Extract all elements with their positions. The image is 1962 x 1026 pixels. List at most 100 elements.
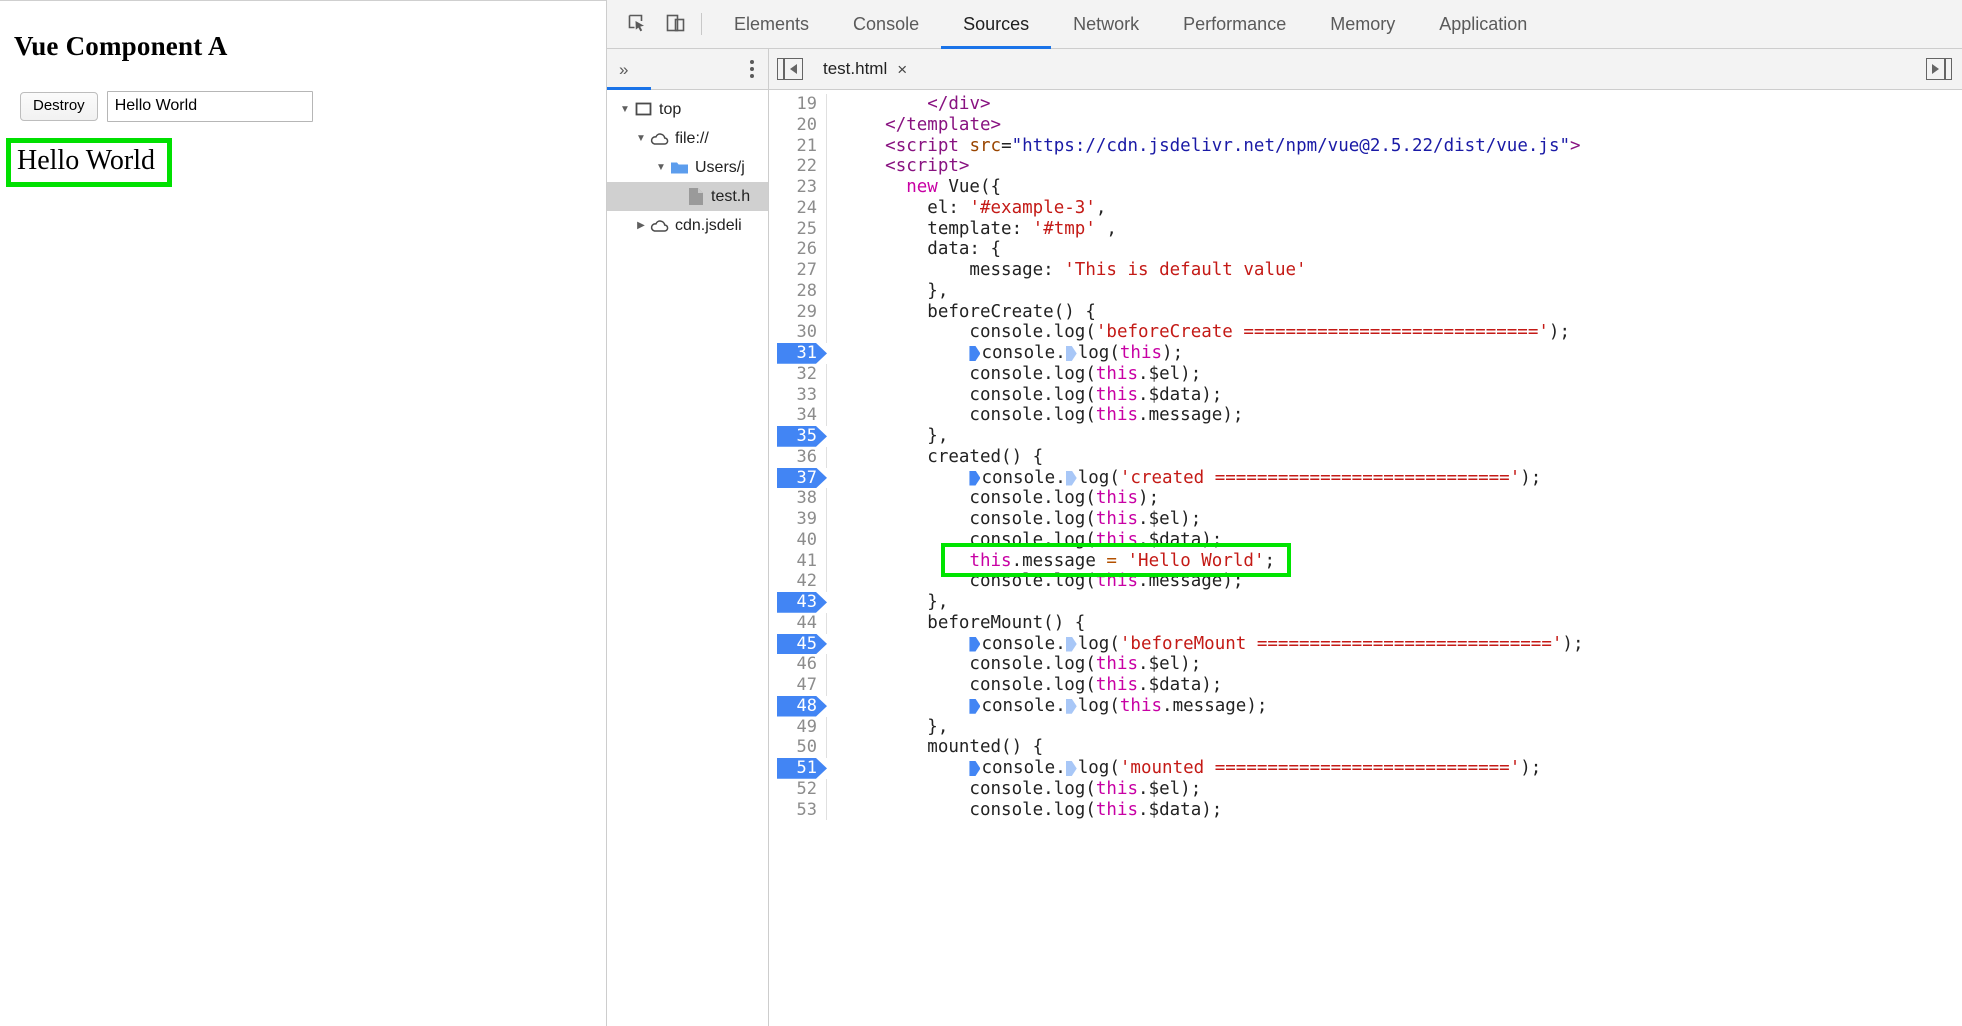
tree-item-cdn-jsdelivr[interactable]: ▶ cdn.jsdeli bbox=[607, 211, 768, 240]
line-number[interactable]: 39 bbox=[769, 509, 827, 530]
code-line-text: mounted() { bbox=[827, 737, 1962, 758]
inline-breakpoint-icon[interactable] bbox=[969, 470, 981, 486]
line-number-breakpoint[interactable]: 45 bbox=[769, 634, 827, 655]
tab-console[interactable]: Console bbox=[831, 0, 941, 48]
code-token: console. bbox=[981, 467, 1066, 488]
code-line: 51 console. log('mounted ================… bbox=[769, 758, 1962, 779]
code-line: 21 <script src="https://cdn.jsdelivr.net… bbox=[769, 135, 1962, 157]
line-number[interactable]: 52 bbox=[769, 778, 827, 800]
device-toolbar-icon[interactable] bbox=[657, 5, 695, 43]
message-input[interactable] bbox=[106, 91, 313, 122]
line-number[interactable]: 23 bbox=[769, 177, 827, 198]
code-token: .$el); bbox=[1138, 778, 1202, 799]
tree-item-file-scheme[interactable]: ▼ file:// bbox=[607, 124, 768, 153]
code-editor[interactable]: 19 </div> 20 </template> 21 <script src="h… bbox=[769, 90, 1962, 1026]
code-line: 41 this.message = 'Hello World'; bbox=[769, 550, 1962, 572]
line-number[interactable]: 42 bbox=[769, 571, 827, 592]
line-number[interactable]: 19 bbox=[769, 94, 827, 115]
twisty-down-icon[interactable]: ▼ bbox=[653, 162, 669, 173]
line-number[interactable]: 21 bbox=[769, 135, 827, 157]
code-token: 'This is default value' bbox=[1064, 260, 1307, 280]
chevron-double-right-icon[interactable]: » bbox=[619, 61, 628, 78]
code-token: this bbox=[1095, 675, 1139, 695]
code-line-text: <script src="https://cdn.jsdelivr.net/np… bbox=[827, 136, 1962, 157]
line-number-breakpoint[interactable]: 31 bbox=[769, 343, 827, 364]
inline-breakpoint-icon[interactable] bbox=[969, 698, 981, 714]
kebab-menu-icon[interactable] bbox=[746, 56, 758, 82]
destroy-button[interactable]: Destroy bbox=[20, 91, 98, 122]
line-number[interactable]: 25 bbox=[769, 218, 827, 240]
line-number[interactable]: 50 bbox=[769, 737, 827, 758]
line-number[interactable]: 41 bbox=[769, 550, 827, 572]
inline-breakpoint-icon[interactable] bbox=[1065, 470, 1077, 486]
page-title: Vue Component A bbox=[14, 31, 228, 61]
code-line-text: template: '#tmp' , bbox=[827, 219, 1962, 240]
code-token: console.log( bbox=[843, 654, 1096, 675]
inline-breakpoint-icon[interactable] bbox=[969, 636, 981, 652]
line-number[interactable]: 46 bbox=[769, 654, 827, 675]
line-number-breakpoint[interactable]: 48 bbox=[769, 696, 827, 717]
tab-overflow-icon[interactable] bbox=[1926, 58, 1952, 80]
twisty-down-icon[interactable]: ▼ bbox=[617, 104, 633, 115]
line-number[interactable]: 27 bbox=[769, 260, 827, 281]
line-number[interactable]: 34 bbox=[769, 405, 827, 426]
code-token: .message); bbox=[1162, 695, 1268, 716]
tree-item-test-html[interactable]: test.h bbox=[607, 182, 768, 211]
line-number[interactable]: 53 bbox=[769, 799, 827, 821]
twisty-right-icon[interactable]: ▶ bbox=[633, 220, 649, 231]
code-token: ); bbox=[1520, 467, 1542, 488]
line-number[interactable]: 20 bbox=[769, 114, 827, 136]
line-number-breakpoint[interactable]: 43 bbox=[769, 592, 827, 613]
line-number-breakpoint[interactable]: 35 bbox=[769, 426, 827, 447]
code-line-text: </template> bbox=[827, 115, 1962, 136]
code-line-text: beforeMount() { bbox=[827, 613, 1962, 634]
code-token: new bbox=[906, 177, 938, 197]
editor-tab-test-html[interactable]: test.html × bbox=[817, 49, 913, 89]
inline-breakpoint-icon[interactable] bbox=[1065, 698, 1077, 714]
inline-breakpoint-icon[interactable] bbox=[969, 761, 981, 776]
line-number[interactable]: 22 bbox=[769, 156, 827, 177]
inline-breakpoint-icon[interactable] bbox=[1065, 636, 1077, 652]
line-number[interactable]: 33 bbox=[769, 384, 827, 406]
tab-network[interactable]: Network bbox=[1051, 0, 1161, 48]
line-number[interactable]: 36 bbox=[769, 446, 827, 468]
tree-item-users-folder[interactable]: ▼ Users/j bbox=[607, 153, 768, 182]
line-number-breakpoint[interactable]: 51 bbox=[769, 758, 827, 779]
code-token: console.log( bbox=[843, 322, 1096, 343]
line-number[interactable]: 40 bbox=[769, 529, 827, 551]
inline-breakpoint-icon[interactable] bbox=[969, 346, 981, 361]
inline-breakpoint-icon[interactable] bbox=[1065, 346, 1077, 361]
line-number[interactable]: 38 bbox=[769, 488, 827, 509]
line-number[interactable]: 32 bbox=[769, 363, 827, 385]
code-token: this bbox=[969, 550, 1012, 571]
close-icon[interactable]: × bbox=[897, 61, 907, 78]
tab-sources[interactable]: Sources bbox=[941, 0, 1052, 49]
twisty-down-icon[interactable]: ▼ bbox=[633, 133, 649, 144]
line-number-breakpoint[interactable]: 37 bbox=[769, 468, 827, 489]
line-number[interactable]: 28 bbox=[769, 280, 827, 302]
show-navigator-icon[interactable] bbox=[777, 58, 803, 80]
inline-breakpoint-icon[interactable] bbox=[1065, 761, 1077, 776]
line-number[interactable]: 24 bbox=[769, 197, 827, 219]
navigator-file-tree: ▼ top ▼ file:// ▼ Users/j test.h ▶ cdn.j… bbox=[607, 90, 768, 1026]
line-number[interactable]: 26 bbox=[769, 239, 827, 260]
line-number[interactable]: 49 bbox=[769, 716, 827, 738]
tab-application[interactable]: Application bbox=[1417, 0, 1549, 48]
tree-item-top[interactable]: ▼ top bbox=[607, 95, 768, 124]
tab-elements[interactable]: Elements bbox=[712, 0, 831, 48]
tab-performance[interactable]: Performance bbox=[1161, 0, 1308, 48]
line-number[interactable]: 44 bbox=[769, 612, 827, 634]
code-token: .$data); bbox=[1138, 529, 1223, 550]
code-line: 31 console. log(this); bbox=[769, 343, 1962, 364]
code-token: template: bbox=[843, 218, 1033, 239]
line-number[interactable]: 29 bbox=[769, 301, 827, 323]
inspect-element-icon[interactable] bbox=[619, 5, 657, 43]
tab-memory[interactable]: Memory bbox=[1308, 0, 1417, 48]
line-number[interactable]: 30 bbox=[769, 322, 827, 343]
line-number[interactable]: 47 bbox=[769, 675, 827, 696]
code-token: console.log( bbox=[843, 405, 1096, 426]
